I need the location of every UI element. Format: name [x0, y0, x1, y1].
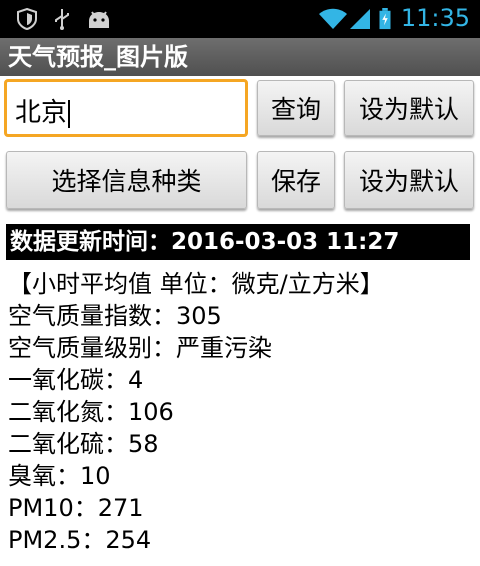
air-quality-info: 【小时平均值 单位：微克/立方米】 空气质量指数：305 空气质量级别：严重污染…	[8, 268, 384, 556]
text-caret	[68, 99, 71, 128]
android-icon	[89, 11, 109, 28]
app-title-bar: 天气预报_图片版	[0, 38, 480, 76]
aqi-line: 空气质量指数：305	[8, 302, 222, 330]
usb-icon	[55, 9, 69, 30]
wifi-icon	[319, 8, 347, 29]
battery-charging-icon	[379, 8, 391, 30]
query-button[interactable]: 查询	[257, 80, 335, 136]
pm10-line: PM10：271	[8, 494, 144, 522]
co-line: 一氧化碳：4	[8, 366, 144, 394]
pm25-line: PM2.5：254	[8, 526, 152, 554]
aqi-level-line: 空气质量级别：严重污染	[8, 334, 272, 362]
ozone-line: 臭氧：10	[8, 462, 111, 490]
signal-icon	[350, 9, 370, 29]
set-default-button-1[interactable]: 设为默认	[344, 80, 474, 136]
select-info-type-button[interactable]: 选择信息种类	[6, 151, 247, 209]
city-input[interactable]: 北京	[4, 79, 248, 137]
update-time-banner: 数据更新时间：2016-03-03 11:27	[6, 224, 470, 260]
info-header: 【小时平均值 单位：微克/立方米】	[8, 270, 384, 298]
app-title: 天气预报_图片版	[8, 43, 188, 71]
city-input-value: 北京	[15, 98, 68, 128]
clock-time: 11:35	[400, 4, 470, 32]
status-bar: 11:35	[0, 0, 480, 38]
no2-line: 二氧化氮：106	[8, 398, 174, 426]
so2-line: 二氧化硫：58	[8, 430, 159, 458]
save-button[interactable]: 保存	[257, 151, 335, 209]
shield-icon	[17, 8, 37, 30]
set-default-button-2[interactable]: 设为默认	[344, 151, 474, 209]
